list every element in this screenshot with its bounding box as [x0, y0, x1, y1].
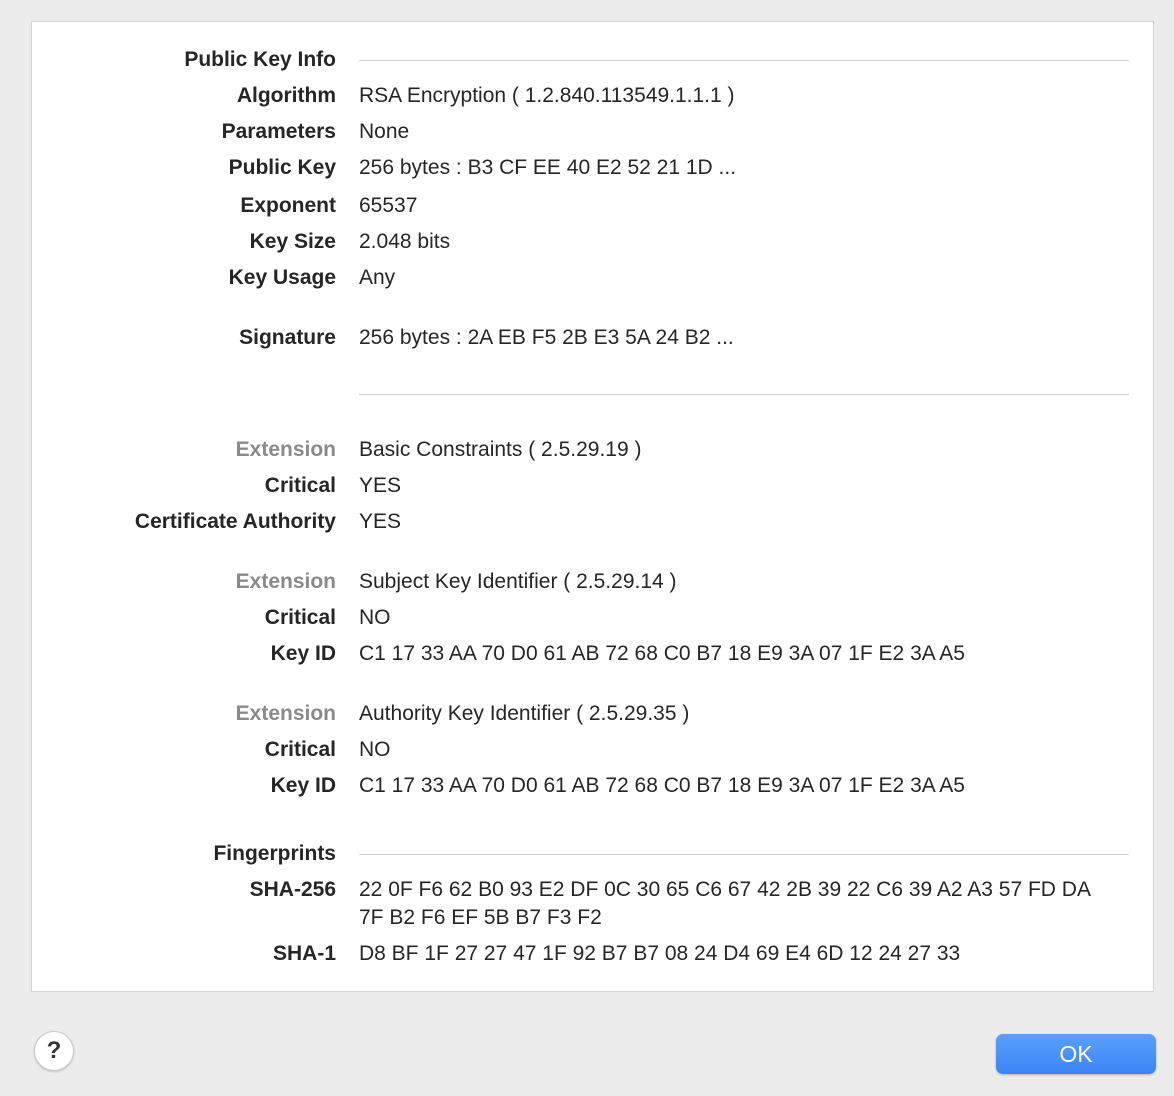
- key-id-value: C1 17 33 AA 70 D0 61 AB 72 68 C0 B7 18 E…: [359, 642, 965, 665]
- extension-value: Authority Key Identifier ( 2.5.29.35 ): [359, 702, 690, 725]
- sha1-value: D8 BF 1F 27 27 47 1F 92 B7 B7 08 24 D4 6…: [359, 942, 961, 965]
- key-id-label: Key ID: [270, 774, 336, 797]
- key-usage-label: Key Usage: [228, 266, 336, 289]
- signature-value: 256 bytes : 2A EB F5 2B E3 5A 24 B2 ...: [359, 326, 734, 349]
- key-size-value: 2.048 bits: [359, 230, 451, 253]
- critical-value: NO: [359, 738, 391, 761]
- extension-label: Extension: [235, 570, 336, 593]
- sha1-label: SHA-1: [272, 942, 336, 965]
- critical-label: Critical: [264, 606, 336, 629]
- key-id-label: Key ID: [270, 642, 336, 665]
- extension-label: Extension: [235, 438, 336, 461]
- key-id-value: C1 17 33 AA 70 D0 61 AB 72 68 C0 B7 18 E…: [359, 774, 965, 797]
- key-usage-value: Any: [359, 266, 396, 289]
- help-button[interactable]: ?: [34, 1031, 74, 1071]
- exponent-value: 65537: [359, 194, 418, 217]
- section-divider: [359, 854, 1129, 855]
- critical-value: NO: [359, 606, 391, 629]
- section-divider: [359, 60, 1129, 61]
- extension-value: Basic Constraints ( 2.5.29.19 ): [359, 438, 642, 461]
- sha256-label: SHA-256: [249, 878, 336, 901]
- public-key-info-heading: Public Key Info: [184, 48, 336, 71]
- public-key-label: Public Key: [228, 156, 336, 179]
- parameters-label: Parameters: [221, 120, 336, 143]
- certificate-authority-value: YES: [359, 510, 402, 533]
- algorithm-value: RSA Encryption ( 1.2.840.113549.1.1.1 ): [359, 84, 735, 107]
- certificate-details-panel[interactable]: Public Key Info Algorithm RSA Encryption…: [31, 21, 1154, 992]
- signature-label: Signature: [239, 326, 336, 349]
- extension-value: Subject Key Identifier ( 2.5.29.14 ): [359, 570, 677, 593]
- critical-label: Critical: [264, 474, 336, 497]
- parameters-value: None: [359, 120, 410, 143]
- critical-label: Critical: [264, 738, 336, 761]
- critical-value: YES: [359, 474, 402, 497]
- extension-label: Extension: [235, 702, 336, 725]
- certificate-authority-label: Certificate Authority: [134, 510, 336, 533]
- ok-button[interactable]: OK: [996, 1034, 1156, 1074]
- algorithm-label: Algorithm: [236, 84, 336, 107]
- sha256-value: 22 0F F6 62 B0 93 E2 DF 0C 30 65 C6 67 4…: [359, 878, 1090, 929]
- exponent-label: Exponent: [240, 194, 336, 217]
- key-size-label: Key Size: [249, 230, 336, 253]
- public-key-value: 256 bytes : B3 CF EE 40 E2 52 21 1D ...: [359, 156, 737, 179]
- fingerprints-heading: Fingerprints: [213, 842, 336, 865]
- section-divider: [359, 394, 1129, 395]
